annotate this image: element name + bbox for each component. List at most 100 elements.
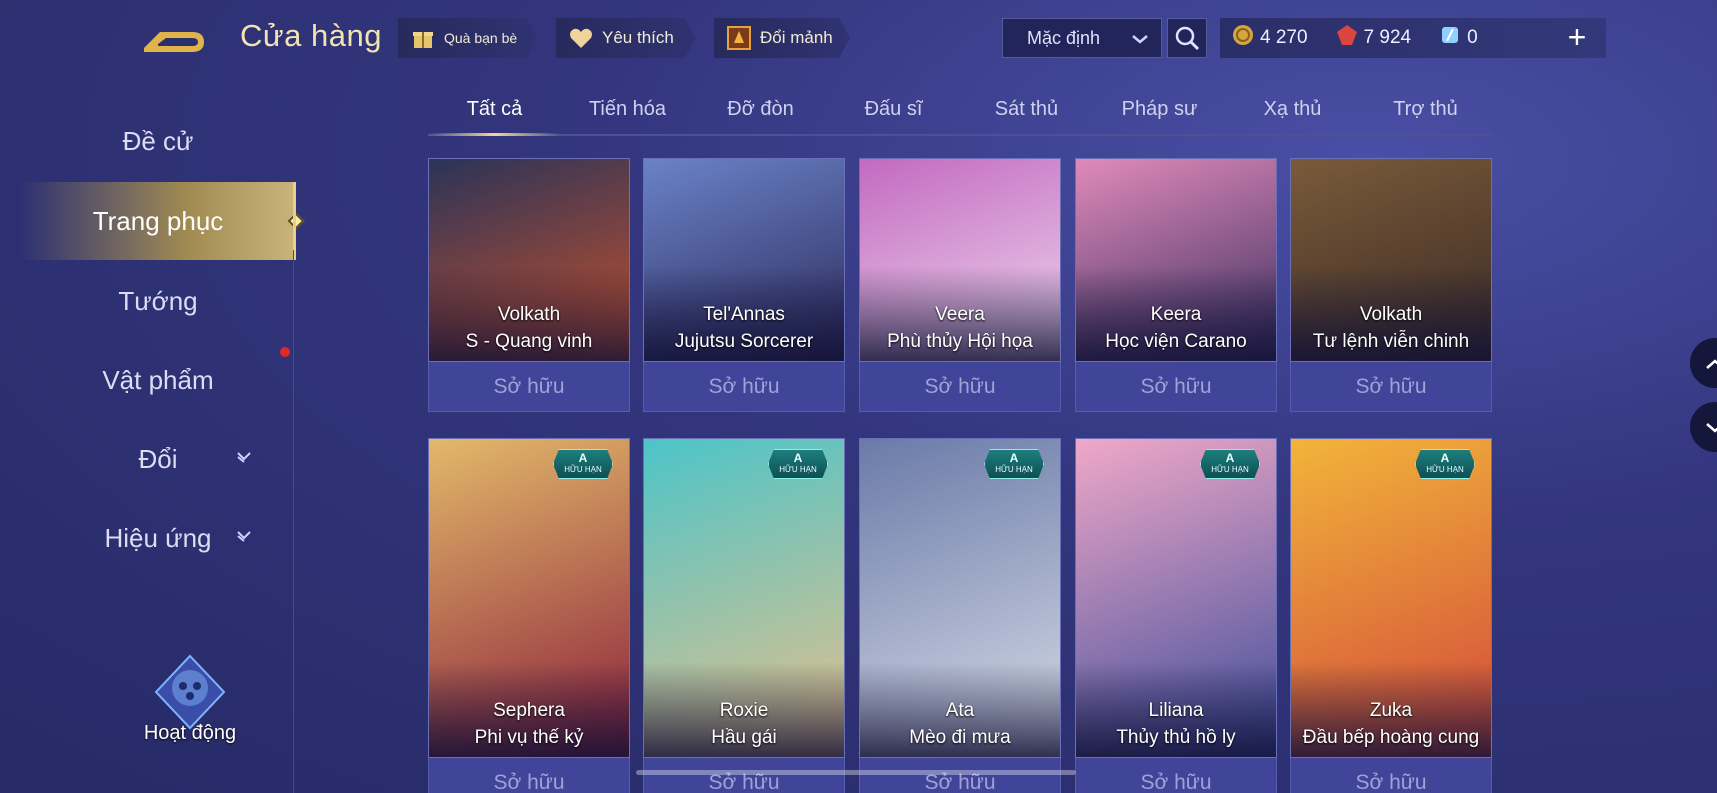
hero-name: Tel'Annas	[703, 304, 785, 325]
skin-card[interactable]: Volkath S - Quang vinh Sở hữu	[428, 158, 630, 412]
skin-art: A HỮU HẠN Ata Mèo đi mưa	[859, 438, 1061, 758]
hero-name: Roxie	[719, 700, 769, 721]
hero-name: Volkath	[1359, 304, 1423, 325]
category-tabs: Tất cả Tiến hóa Đỡ đòn Đấu sĩ Sát thủ Ph…	[428, 94, 1492, 136]
owned-label: Sở hữu	[1075, 362, 1277, 412]
fragment-label: Đổi mảnh	[760, 28, 833, 47]
limited-badge: A HỮU HẠN	[984, 449, 1044, 479]
skin-art: Volkath Tư lệnh viễn chinh	[1290, 158, 1492, 362]
limited-badge: A HỮU HẠN	[1200, 449, 1260, 479]
tab-warrior[interactable]: Đấu sĩ	[827, 94, 960, 134]
limited-badge: A HỮU HẠN	[768, 449, 828, 479]
horizontal-scrollbar[interactable]	[636, 770, 1076, 775]
skin-name: Tư lệnh viễn chinh	[1312, 331, 1470, 352]
activity-button[interactable]: Hoạt động	[130, 652, 250, 745]
scroll-up-button[interactable]	[1690, 338, 1717, 388]
skin-name: Đầu bếp hoàng cung	[1302, 727, 1480, 748]
back-button[interactable]	[138, 18, 212, 58]
hero-name: Ata	[945, 700, 975, 721]
tab-all[interactable]: Tất cả	[428, 94, 561, 136]
skin-art: A HỮU HẠN Sephera Phi vụ thế kỷ	[428, 438, 630, 758]
skin-card[interactable]: A HỮU HẠN Sephera Phi vụ thế kỷ Sở hữu	[428, 438, 630, 793]
skin-art: Volkath S - Quang vinh	[428, 158, 630, 362]
gift-icon	[410, 25, 436, 51]
top-bar: Cửa hàng Quà bạn bè Yêu thích Đổi mảnh M…	[0, 0, 1717, 78]
favorites-button[interactable]: Yêu thích	[556, 18, 696, 58]
tab-tank[interactable]: Đỡ đòn	[694, 94, 827, 134]
tab-support[interactable]: Trợ thủ	[1359, 94, 1492, 134]
search-button[interactable]	[1167, 18, 1207, 58]
skin-art: A HỮU HẠN Zuka Đầu bếp hoàng cung	[1290, 438, 1492, 758]
token-balance: 0	[1439, 24, 1478, 52]
hero-name: Veera	[935, 304, 985, 325]
hero-name: Sephera	[493, 700, 565, 721]
chevron-down-icon	[1705, 414, 1717, 440]
search-icon	[1175, 26, 1200, 51]
owned-label: Sở hữu	[643, 758, 845, 793]
tab-marksman[interactable]: Xạ thủ	[1226, 94, 1359, 134]
skin-card[interactable]: A HỮU HẠN Liliana Thủy thủ hồ ly Sở hữu	[1075, 438, 1277, 793]
coupon-balance: 7 924	[1336, 24, 1411, 52]
activity-orb-icon	[150, 652, 230, 732]
sidebar-item-skins[interactable]: Trang phục	[20, 182, 305, 260]
favorites-label: Yêu thích	[602, 28, 674, 47]
sidebar-item-exchange[interactable]: Đổi	[20, 420, 296, 498]
skin-card[interactable]: Tel'Annas Jujutsu Sorcerer Sở hữu	[643, 158, 845, 412]
skin-name: Hầu gái	[711, 727, 777, 748]
limited-badge: A HỮU HẠN	[1415, 449, 1475, 479]
skin-card[interactable]: A HỮU HẠN Roxie Hầu gái Sở hữu	[643, 438, 845, 793]
add-currency-button[interactable]: +	[1557, 18, 1597, 58]
fragment-icon	[726, 25, 752, 51]
heart-icon	[568, 25, 594, 51]
skin-name: Mèo đi mưa	[909, 727, 1011, 748]
chevron-up-icon	[1705, 350, 1717, 376]
skin-card[interactable]: Volkath Tư lệnh viễn chinh Sở hữu	[1290, 158, 1492, 412]
skin-art: A HỮU HẠN Roxie Hầu gái	[643, 438, 845, 758]
skin-card[interactable]: A HỮU HẠN Zuka Đầu bếp hoàng cung Sở hữu	[1290, 438, 1492, 793]
hero-name: Keera	[1150, 304, 1202, 325]
skin-art: Keera Học viện Carano	[1075, 158, 1277, 362]
sidebar-item-effects[interactable]: Hiệu ứng	[20, 499, 296, 577]
skin-card[interactable]: Keera Học viện Carano Sở hữu	[1075, 158, 1277, 412]
skin-card[interactable]: A HỮU HẠN Ata Mèo đi mưa Sở hữu	[859, 438, 1061, 793]
gold-coin-icon	[1232, 24, 1254, 52]
selected-indicator-icon	[287, 212, 305, 230]
tab-assassin[interactable]: Sát thủ	[960, 94, 1093, 134]
owned-label: Sở hữu	[859, 362, 1061, 412]
skin-art: Tel'Annas Jujutsu Sorcerer	[643, 158, 845, 362]
sort-dropdown[interactable]: Mặc định	[1002, 18, 1162, 58]
skin-art: Veera Phù thủy Hội họa	[859, 158, 1061, 362]
fragment-exchange-button[interactable]: Đổi mảnh	[714, 18, 850, 58]
currency-bar: 4 270 7 924 0	[1220, 18, 1606, 58]
skin-name: Phù thủy Hội họa	[887, 331, 1033, 352]
owned-label: Sở hữu	[428, 362, 630, 412]
skin-card[interactable]: Veera Phù thủy Hội họa Sở hữu	[859, 158, 1061, 412]
gift-label: Quà bạn bè	[444, 30, 518, 46]
skin-name: Phi vụ thế kỷ	[474, 727, 584, 748]
skin-name: Học viện Carano	[1105, 331, 1247, 352]
owned-label: Sở hữu	[859, 758, 1061, 793]
hero-name: Volkath	[497, 304, 561, 325]
chevron-down-icon	[236, 529, 252, 547]
sidebar-item-heroes[interactable]: Tướng	[20, 262, 296, 340]
scroll-down-button[interactable]	[1690, 402, 1717, 452]
owned-label: Sở hữu	[1075, 758, 1277, 793]
skin-art: A HỮU HẠN Liliana Thủy thủ hồ ly	[1075, 438, 1277, 758]
sidebar-divider	[293, 250, 294, 793]
gift-button[interactable]: Quà bạn bè	[398, 18, 538, 58]
tab-evolution[interactable]: Tiến hóa	[561, 94, 694, 134]
sort-value: Mặc định	[1027, 27, 1101, 48]
gold-balance: 4 270	[1232, 24, 1308, 52]
owned-label: Sở hữu	[1290, 758, 1492, 793]
page-title: Cửa hàng	[240, 18, 382, 53]
sidebar-item-recommended[interactable]: Đề cử	[20, 102, 296, 180]
back-arrow-icon	[144, 32, 204, 52]
skin-name: Thủy thủ hồ ly	[1116, 727, 1236, 748]
tab-mage[interactable]: Pháp sư	[1093, 94, 1226, 134]
chevron-down-icon	[1131, 28, 1149, 49]
sidebar-item-items[interactable]: Vật phẩm	[20, 341, 296, 419]
ruby-icon	[1336, 24, 1358, 52]
hero-name: Liliana	[1148, 700, 1204, 721]
notification-dot	[280, 347, 290, 357]
limited-badge: A HỮU HẠN	[553, 449, 613, 479]
